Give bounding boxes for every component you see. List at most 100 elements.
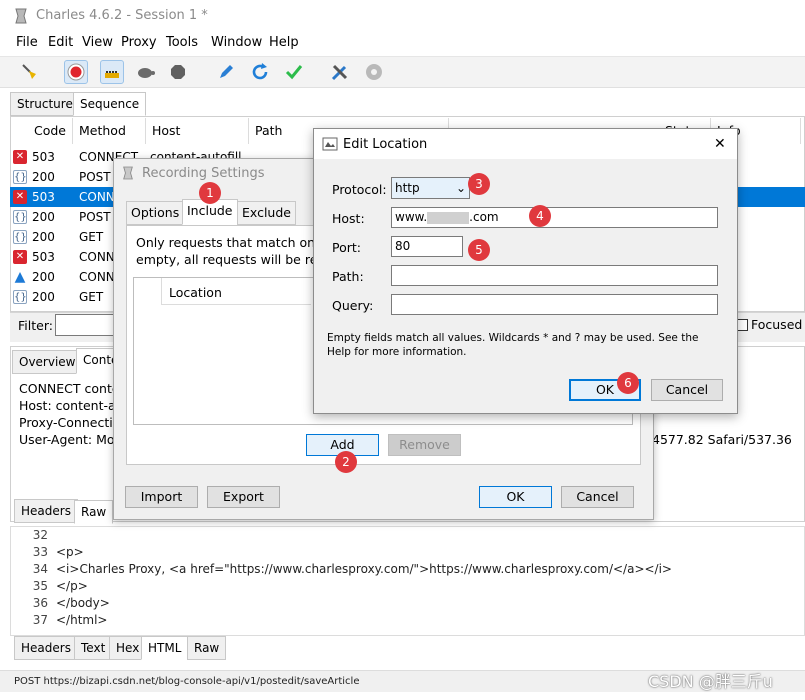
throttle-icon[interactable] [100,60,124,84]
tab-headers-bottom[interactable]: Headers [14,636,78,660]
request-line-4: User-Agent: Moz [19,432,122,447]
port-label: Port: [332,240,361,255]
step-badge: 5 [468,239,490,261]
protocol-label: Protocol: [332,182,387,197]
path-input[interactable] [391,265,718,286]
menu-help[interactable]: Help [269,35,299,50]
pen-icon[interactable] [214,60,238,84]
tab-raw[interactable]: Raw [74,500,114,524]
tools-icon[interactable] [328,60,352,84]
tab-text[interactable]: Text [74,636,113,660]
protocol-select[interactable]: http ⌄ [391,177,470,199]
record-icon[interactable] [64,60,88,84]
upload-arrow-icon: ▲ [14,269,26,285]
row-code: 503 [32,190,55,204]
location-column-header[interactable]: Location [169,285,222,300]
broom-icon[interactable] [18,60,42,84]
focused-label: Focused [751,317,803,332]
host-input[interactable]: www. .com [391,207,718,228]
edit-cancel-button[interactable]: Cancel [651,379,723,401]
menu-edit[interactable]: Edit [48,35,73,50]
row-method: GET [79,290,104,304]
edit-location-icon [322,137,338,154]
tab-options[interactable]: Options [126,201,185,225]
port-input[interactable]: 80 [391,236,463,257]
menu-tools[interactable]: Tools [166,35,198,50]
settings-gear-icon[interactable] [362,60,386,84]
refresh-icon[interactable] [248,60,272,84]
turtle-icon[interactable] [134,60,158,84]
import-button[interactable]: Import [125,486,198,508]
protocol-value: http [395,181,420,195]
menu-view[interactable]: View [82,35,113,50]
tab-overview[interactable]: Overview [12,350,83,374]
error-icon: ✕ [13,150,27,164]
row-code: 503 [32,250,55,264]
charles-app-icon [14,8,28,24]
row-method: GET [79,230,104,244]
row-method: CONN [79,190,115,204]
line-number: 33 [32,545,48,559]
error-icon: ✕ [13,190,27,204]
remove-button[interactable]: Remove [388,434,461,456]
column-host[interactable]: Host [146,118,249,144]
code-line: <i>Charles Proxy, <a href="https://www.c… [56,562,672,576]
document-icon: {} [13,170,27,184]
step-badge: 2 [335,451,357,473]
menu-file[interactable]: File [16,35,38,50]
recording-settings-title: Recording Settings [142,166,265,181]
line-number: 34 [32,562,48,576]
menu-window[interactable]: Window [211,35,262,50]
request-user-agent-tail: 4577.82 Safari/537.36 [652,432,792,447]
column-method[interactable]: Method [73,118,146,144]
host-label: Host: [332,211,365,226]
line-number: 32 [32,528,48,542]
step-badge: 4 [529,205,551,227]
export-button[interactable]: Export [207,486,280,508]
document-icon: {} [13,230,27,244]
tab-html[interactable]: HTML [141,636,189,660]
row-code: 200 [32,230,55,244]
check-icon[interactable] [282,60,306,84]
request-line-1: CONNECT conte [19,381,120,396]
stop-icon[interactable] [166,60,190,84]
query-label: Query: [332,298,374,313]
tab-exclude[interactable]: Exclude [237,201,296,225]
chevron-down-icon: ⌄ [456,181,467,195]
tab-structure[interactable]: Structure [10,92,80,116]
row-method: CONN [79,270,115,284]
edit-location-title: Edit Location [343,137,428,152]
code-view [10,526,805,636]
line-number: 37 [32,613,48,627]
window-title: Charles 4.6.2 - Session 1 * [36,8,208,23]
request-line-3: Proxy-Connectio [19,415,121,430]
include-description-2: empty, all requests will be reco [136,252,332,267]
code-line: </body> [56,596,110,610]
menu-proxy[interactable]: Proxy [121,35,157,50]
step-badge: 6 [617,372,639,394]
tab-headers[interactable]: Headers [14,499,78,523]
document-icon: {} [13,290,27,304]
row-code: 200 [32,210,55,224]
line-number: 35 [32,579,48,593]
row-code: 200 [32,270,55,284]
charles-app-icon [122,166,134,183]
error-icon: ✕ [13,250,27,264]
host-prefix: www. [395,210,428,224]
wildcard-note: Empty fields match all values. Wildcards… [327,332,699,358]
recording-cancel-button[interactable]: Cancel [561,486,634,508]
code-line: <p> [56,545,84,559]
query-input[interactable] [391,294,718,315]
close-icon[interactable]: ✕ [714,136,726,152]
column-code[interactable]: Code [28,118,73,144]
step-badge: 1 [199,182,221,204]
path-label: Path: [332,269,364,284]
document-icon: {} [13,210,27,224]
recording-ok-button[interactable]: OK [479,486,552,508]
request-line-2: Host: content-au [19,398,124,413]
row-method: CONN [79,250,115,264]
tab-sequence[interactable]: Sequence [73,92,147,116]
line-number: 36 [32,596,48,610]
row-code: 200 [32,290,55,304]
tab-raw-bottom[interactable]: Raw [187,636,227,660]
